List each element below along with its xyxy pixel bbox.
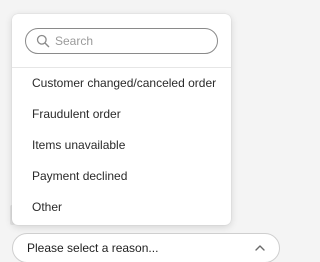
page: Customer changed/canceled order Fraudule… bbox=[0, 0, 283, 262]
search-input[interactable] bbox=[55, 34, 195, 48]
option-fraudulent-order[interactable]: Fraudulent order bbox=[12, 99, 231, 130]
search-icon bbox=[35, 33, 51, 49]
chevron-up-icon bbox=[253, 241, 267, 255]
search-field[interactable] bbox=[25, 28, 218, 54]
search-container bbox=[12, 14, 231, 68]
reason-options-list: Customer changed/canceled order Fraudule… bbox=[12, 68, 231, 223]
reason-select-value: Please select a reason... bbox=[27, 241, 159, 255]
option-payment-declined[interactable]: Payment declined bbox=[12, 161, 231, 192]
option-other[interactable]: Other bbox=[12, 192, 231, 223]
reason-dropdown-menu: Customer changed/canceled order Fraudule… bbox=[12, 14, 231, 225]
reason-select[interactable]: Please select a reason... bbox=[12, 233, 280, 262]
option-items-unavailable[interactable]: Items unavailable bbox=[12, 130, 231, 161]
option-customer-changed-canceled-order[interactable]: Customer changed/canceled order bbox=[12, 68, 231, 99]
